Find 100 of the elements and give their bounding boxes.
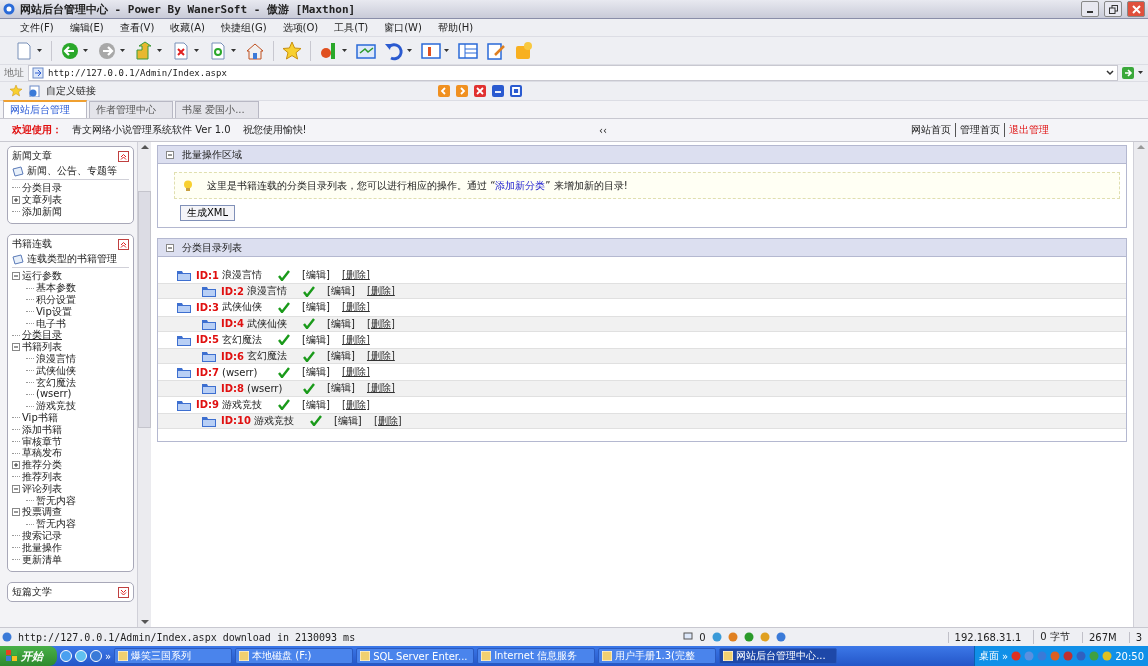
- taskbar-item[interactable]: Internet 信息服务: [477, 648, 596, 664]
- taskbar-item[interactable]: 本地磁盘 (F:): [235, 648, 354, 664]
- tree-item[interactable]: 运行参数: [22, 270, 62, 283]
- tree-item[interactable]: 游戏竞技: [36, 400, 76, 412]
- collapse-icon[interactable]: [166, 243, 174, 252]
- expander-icon[interactable]: [12, 343, 20, 352]
- tree-item[interactable]: (wserr): [36, 388, 72, 401]
- delete-link[interactable]: [删除]: [342, 332, 370, 347]
- stop-button[interactable]: [171, 40, 191, 61]
- taskbar-item[interactable]: 网站后台管理中心...: [719, 648, 838, 664]
- panel-toggle-icon[interactable]: [118, 238, 129, 250]
- tree-item[interactable]: 积分设置: [36, 294, 76, 306]
- tray-icon[interactable]: [1076, 651, 1087, 661]
- close-icon[interactable]: [1131, 4, 1141, 14]
- tree-item[interactable]: 文章列表: [22, 193, 62, 206]
- browser-tab[interactable]: 作者管理中心: [89, 101, 173, 118]
- expander-icon[interactable]: [12, 195, 20, 204]
- tree-item[interactable]: 分类目录: [22, 329, 62, 342]
- caret-icon[interactable]: [444, 48, 450, 53]
- edit-link[interactable]: [编辑]: [302, 332, 342, 347]
- delete-link[interactable]: [删除]: [367, 349, 395, 364]
- caret-icon[interactable]: [83, 48, 89, 53]
- expander-icon[interactable]: [12, 461, 20, 470]
- collapse-toggle[interactable]: ‹‹: [599, 124, 607, 136]
- delete-link[interactable]: [删除]: [367, 284, 395, 299]
- generate-xml-button[interactable]: 生成XML: [180, 205, 236, 221]
- tree-item[interactable]: 分类目录: [22, 182, 62, 194]
- tree-item[interactable]: 暂无内容: [36, 494, 76, 507]
- custom-links-label[interactable]: 自定义链接: [46, 84, 96, 98]
- expander-icon[interactable]: [12, 484, 20, 493]
- caret-icon[interactable]: [231, 48, 237, 53]
- taskbar-item[interactable]: 爆笑三国系列: [114, 648, 233, 664]
- sidebar-button[interactable]: [458, 40, 478, 61]
- panel-title[interactable]: 短篇文学: [12, 585, 52, 600]
- caret-icon[interactable]: [120, 48, 126, 53]
- favorites-button[interactable]: [282, 40, 302, 61]
- tree-item[interactable]: 审核章节: [22, 435, 62, 448]
- menu-item[interactable]: 文件(F): [12, 20, 62, 35]
- scroll-up-icon[interactable]: [140, 144, 149, 149]
- menu-item[interactable]: 窗口(W): [376, 20, 430, 35]
- caret-icon[interactable]: [342, 48, 348, 53]
- menu-item[interactable]: 收藏(A): [162, 20, 213, 35]
- delete-link[interactable]: [删除]: [342, 300, 370, 315]
- tree-item[interactable]: 武侠仙侠: [36, 364, 76, 377]
- undo-button[interactable]: [384, 40, 404, 61]
- edit-link[interactable]: [编辑]: [302, 365, 342, 380]
- header-link[interactable]: 退出管理: [1004, 123, 1053, 137]
- delete-link[interactable]: [删除]: [342, 365, 370, 380]
- tree-item[interactable]: 添加书籍: [22, 423, 62, 436]
- edit-link[interactable]: [编辑]: [327, 316, 367, 331]
- caret-icon[interactable]: [1138, 71, 1144, 75]
- panel-title[interactable]: 书籍连载: [12, 237, 52, 252]
- delete-link[interactable]: [删除]: [373, 413, 402, 428]
- edit-link[interactable]: [编辑]: [327, 381, 367, 396]
- menu-item[interactable]: 快捷组(G): [213, 20, 275, 35]
- add-category-link[interactable]: 添加新分类: [495, 179, 546, 191]
- tree-item[interactable]: 书籍列表: [22, 341, 62, 353]
- tray-icon[interactable]: [1102, 651, 1113, 661]
- menu-item[interactable]: 选项(O): [274, 20, 327, 35]
- tree-item[interactable]: 暂无内容: [36, 518, 76, 530]
- browser-tab[interactable]: 书屋 爱国小...: [175, 101, 259, 118]
- edit-link[interactable]: [编辑]: [333, 413, 374, 428]
- collapse-icon[interactable]: [166, 150, 174, 159]
- layout-button[interactable]: [421, 40, 441, 61]
- caret-icon[interactable]: [37, 48, 43, 53]
- tree-item[interactable]: 基本参数: [36, 282, 76, 294]
- restore-icon[interactable]: [1108, 4, 1118, 14]
- delete-link[interactable]: [删除]: [367, 316, 395, 331]
- scrollbar-thumb[interactable]: [138, 191, 151, 428]
- dropdown-icon[interactable]: [1106, 70, 1114, 76]
- menu-item[interactable]: 编辑(E): [61, 20, 112, 35]
- tree-item[interactable]: 搜索记录: [22, 529, 62, 542]
- menu-item[interactable]: 帮助(H): [429, 20, 482, 35]
- caret-icon[interactable]: [407, 48, 413, 53]
- menu-item[interactable]: 查看(V): [111, 20, 163, 35]
- tree-item[interactable]: 批量操作: [22, 541, 62, 554]
- restore-icon[interactable]: [510, 85, 522, 97]
- tree-item[interactable]: 草稿发布: [22, 447, 62, 460]
- browser-tab[interactable]: 网站后台管理: [3, 100, 87, 118]
- star-icon[interactable]: [10, 85, 22, 97]
- tree-item[interactable]: 添加新闻: [22, 205, 62, 218]
- panel-toggle-icon[interactable]: [118, 586, 129, 598]
- panel-toggle-icon[interactable]: [118, 150, 129, 162]
- tree-item[interactable]: 更新清单: [22, 553, 62, 566]
- expander-icon[interactable]: [12, 272, 20, 281]
- tree-item[interactable]: 玄幻魔法: [36, 376, 76, 389]
- address-field[interactable]: http://127.0.0.1/Admin/Index.aspx: [28, 65, 1118, 81]
- tree-item[interactable]: 推荐列表: [22, 470, 62, 483]
- delete-link[interactable]: [删除]: [342, 268, 370, 283]
- edit-link[interactable]: [编辑]: [327, 284, 367, 299]
- taskbar-item[interactable]: 用户手册1.3(完整: [598, 648, 717, 664]
- tree-item[interactable]: 推荐分类: [22, 459, 62, 471]
- edit-link[interactable]: [编辑]: [302, 300, 342, 315]
- minimize-icon[interactable]: [492, 85, 504, 97]
- panel-title[interactable]: 新闻文章: [12, 149, 52, 163]
- menu-item[interactable]: 工具(T): [326, 20, 377, 35]
- next-icon[interactable]: [456, 85, 468, 97]
- tree-item[interactable]: 电子书: [36, 317, 66, 330]
- tree-item[interactable]: 投票调查: [22, 506, 62, 519]
- tray-icon[interactable]: [1063, 651, 1074, 661]
